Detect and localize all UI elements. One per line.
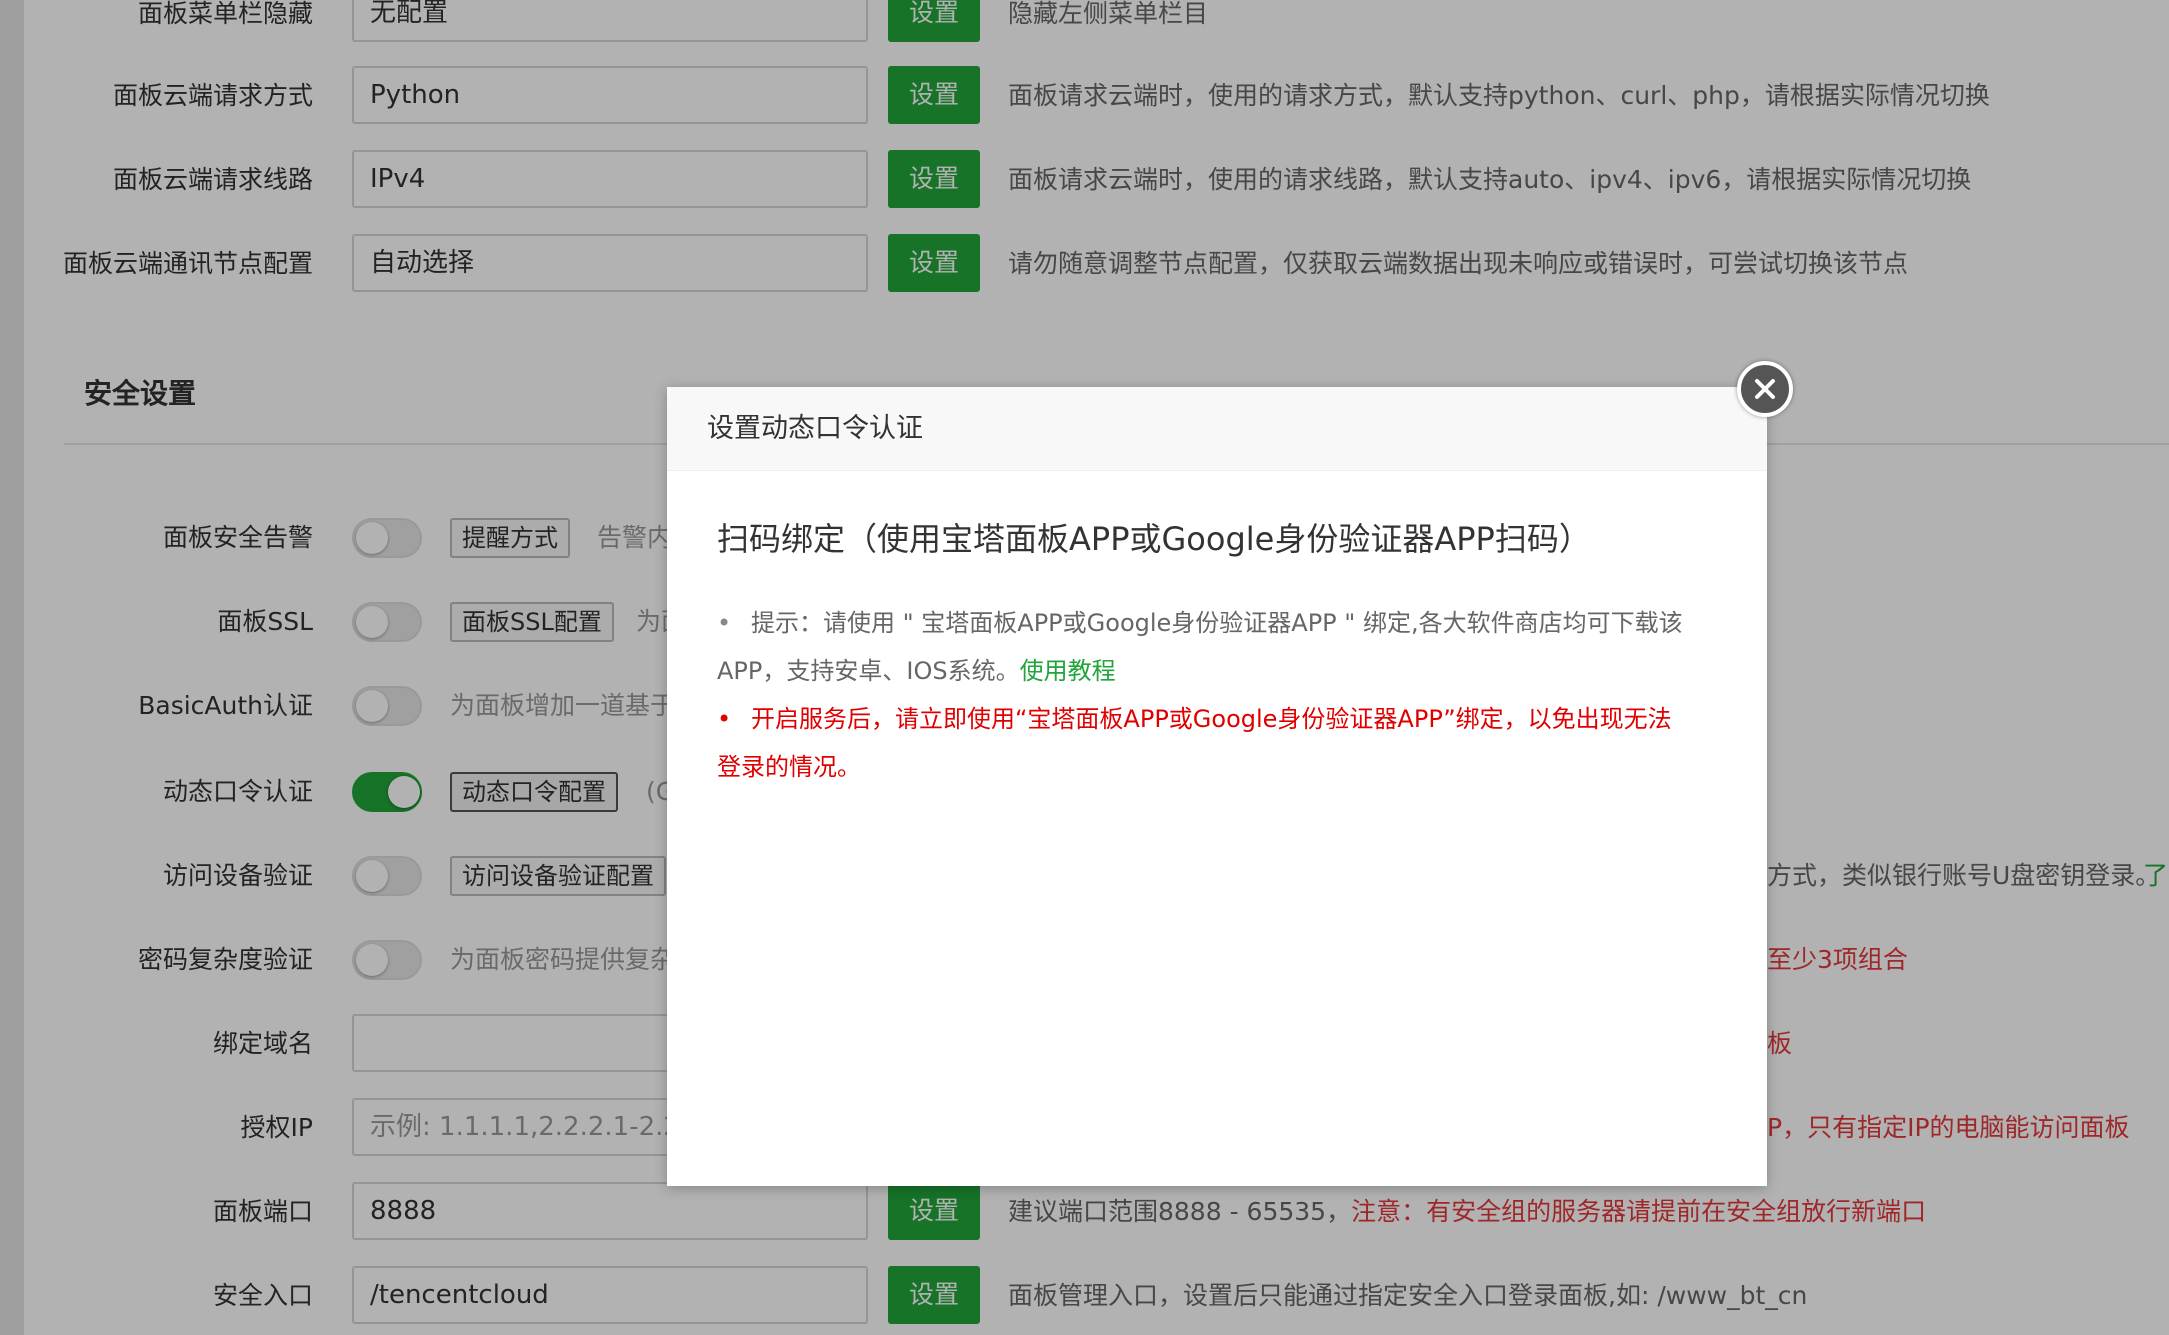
warn-line-2: 登录的情况。 [717, 753, 861, 781]
modal-heading: 扫码绑定（使用宝塔面板APP或Google身份验证器APP扫码） [717, 520, 1591, 558]
modal-close-button[interactable] [1737, 361, 1793, 417]
tip-text-2: APP，支持安卓、IOS系统。 [717, 657, 1020, 685]
tips-list: • 提示：请使用 " 宝塔面板APP或Google身份验证器APP " 绑定,各大… [717, 599, 1717, 791]
warning-item: • 开启服务后，请立即使用“宝塔面板APP或Google身份验证器APP”绑定，以… [717, 695, 1717, 791]
warn-line-1: • 开启服务后，请立即使用“宝塔面板APP或Google身份验证器APP”绑定，以… [717, 695, 1717, 743]
bullet-icon: • [717, 609, 732, 637]
tutorial-link[interactable]: 使用教程 [1020, 657, 1116, 685]
tip-line-2: APP，支持安卓、IOS系统。使用教程 [717, 647, 1717, 695]
totp-modal: 设置动态口令认证 扫码绑定（使用宝塔面板APP或Google身份验证器APP扫码… [667, 387, 1767, 1186]
modal-title: 设置动态口令认证 [667, 387, 1767, 471]
modal-body: 扫码绑定（使用宝塔面板APP或Google身份验证器APP扫码） • 提示：请使用… [667, 471, 1767, 791]
warning-text: 开启服务后，请立即使用“宝塔面板APP或Google身份验证器APP”绑定，以免… [751, 705, 1672, 733]
tip-line-1: • 提示：请使用 " 宝塔面板APP或Google身份验证器APP " 绑定,各大… [717, 599, 1717, 647]
tip-text: 提示：请使用 " 宝塔面板APP或Google身份验证器APP " 绑定,各大软… [751, 609, 1683, 637]
tip-item: • 提示：请使用 " 宝塔面板APP或Google身份验证器APP " 绑定,各大… [717, 599, 1717, 695]
bullet-icon: • [717, 705, 732, 733]
close-icon [1755, 379, 1775, 399]
